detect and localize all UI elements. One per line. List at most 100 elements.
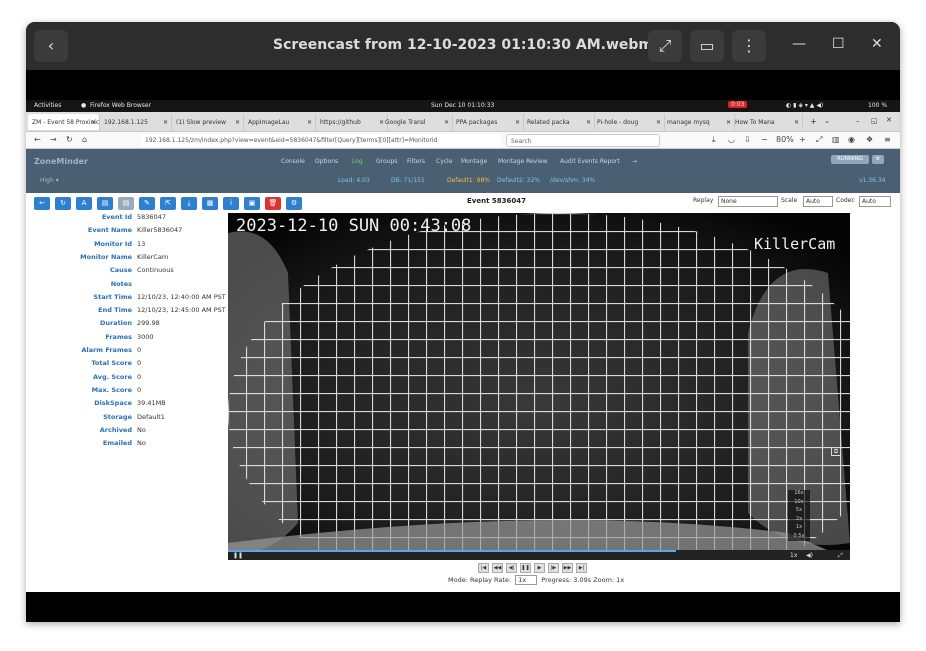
reload-icon[interactable]: ↻: [66, 135, 73, 144]
menu-filters[interactable]: Filters: [407, 158, 425, 165]
fullscreen-button[interactable]: ⤢: [648, 30, 682, 62]
tab-slow-preview[interactable]: (1) Slow preview ✕: [172, 114, 244, 130]
close-icon[interactable]: ✕: [656, 119, 661, 126]
zoom-level[interactable]: 80%: [776, 135, 794, 144]
tab-how-to-manage[interactable]: How To Mana ✕: [731, 114, 803, 130]
tab-router[interactable]: 192.168.1.125 ✕: [100, 114, 172, 130]
extension-icon[interactable]: ❖: [866, 135, 873, 144]
menu-audit-events[interactable]: Audit Events Report: [560, 158, 620, 165]
menu-more[interactable]: →: [632, 158, 637, 165]
zm-logo[interactable]: ZoneMinder: [34, 157, 88, 166]
extensions-icon[interactable]: ⇩: [744, 135, 751, 144]
home-icon[interactable]: ⌂: [82, 135, 87, 144]
play-button[interactable]: ▶: [534, 563, 545, 573]
tab-pihole[interactable]: Pi-hole - doug ✕: [593, 114, 665, 130]
minimize-button[interactable]: —: [792, 36, 806, 52]
tab-manage-mysql[interactable]: manage mysq ✕: [663, 114, 735, 130]
close-icon[interactable]: ✕: [794, 119, 799, 126]
tab-zm-event[interactable]: ZM - Event 58 Proxinic ✕: [28, 114, 100, 130]
tab-related-packages[interactable]: Related packa ✕: [523, 114, 595, 130]
minimize-icon[interactable]: –: [856, 117, 860, 125]
replay-select[interactable]: None: [718, 196, 778, 207]
menu-montage[interactable]: Montage: [461, 158, 487, 165]
picture-in-picture-icon[interactable]: ⧉: [831, 447, 841, 456]
delete-button[interactable]: 🗑: [265, 197, 281, 210]
menu-console[interactable]: Console: [281, 158, 305, 165]
account-icon[interactable]: ◉: [848, 135, 855, 144]
fullscreen-icon[interactable]: ⤢: [816, 135, 822, 145]
step-forward-button[interactable]: |▶: [548, 563, 559, 573]
fullscreen-icon[interactable]: ⤢: [838, 552, 843, 560]
reader-icon[interactable]: ▥: [832, 135, 840, 144]
close-icon[interactable]: ✕: [586, 119, 591, 126]
tab-github[interactable]: https://github ✕: [316, 114, 388, 130]
archive-button[interactable]: ▤: [97, 197, 113, 210]
forward-icon[interactable]: →: [50, 135, 57, 144]
edit-button[interactable]: ✎: [139, 197, 155, 210]
maximize-button[interactable]: ☐: [832, 36, 845, 52]
pause-icon[interactable]: ❚❚: [233, 552, 243, 559]
tab-ppa-packages[interactable]: PPA packages ✕: [452, 114, 524, 130]
volume-icon[interactable]: ◀): [806, 552, 813, 559]
close-icon[interactable]: ✕: [515, 119, 520, 126]
close-icon[interactable]: ✕: [444, 119, 449, 126]
rate-select[interactable]: 1x: [515, 575, 538, 585]
export-button[interactable]: ⇱: [160, 197, 176, 210]
search-input[interactable]: Search: [506, 134, 660, 147]
stills-button[interactable]: ▣: [244, 197, 260, 210]
download-button[interactable]: ⤓: [181, 197, 197, 210]
speed-option[interactable]: 5x: [788, 507, 810, 516]
pause-button[interactable]: ❚❚: [520, 563, 531, 573]
speed-option[interactable]: 10x: [788, 499, 810, 508]
close-icon[interactable]: ✕: [163, 119, 168, 126]
tab-list-icon[interactable]: ⌄: [824, 117, 830, 125]
menu-log[interactable]: Log: [352, 158, 363, 165]
back-icon[interactable]: ←: [34, 135, 41, 144]
zoom-in-icon[interactable]: +: [799, 135, 806, 144]
download-icon[interactable]: ⤓: [712, 135, 716, 145]
step-back-button[interactable]: ◀|: [506, 563, 517, 573]
url-bar[interactable]: 192.168.1.125/zm/index.php?view=event&ei…: [141, 134, 501, 147]
run-state-button[interactable]: RUNNING: [831, 155, 869, 164]
playback-rate[interactable]: 1x: [790, 552, 797, 559]
menu-options[interactable]: Options: [315, 158, 338, 165]
menu-cycle[interactable]: Cycle: [436, 158, 452, 165]
speed-option[interactable]: 1x: [788, 524, 810, 533]
close-button[interactable]: ✕: [871, 36, 883, 52]
rename-button[interactable]: A: [76, 197, 92, 210]
fast-forward-button[interactable]: ▶▶: [562, 563, 573, 573]
last-frame-button[interactable]: ▶|: [576, 563, 587, 573]
first-frame-button[interactable]: |◀: [478, 563, 489, 573]
tab-appimage[interactable]: AppImageLau ✕: [244, 114, 316, 130]
hamburger-menu-icon[interactable]: ≡: [884, 135, 891, 144]
subtitles-button[interactable]: ▭: [690, 30, 724, 62]
codec-select[interactable]: Auto: [859, 196, 891, 207]
playback-progress[interactable]: [228, 550, 676, 552]
menu-montage-review[interactable]: Montage Review: [498, 158, 548, 165]
close-icon[interactable]: ✕: [91, 119, 96, 126]
back-button[interactable]: ←: [34, 197, 50, 210]
menu-groups[interactable]: Groups: [376, 158, 397, 165]
bandwidth-select[interactable]: High ▾: [40, 177, 59, 184]
settings-button[interactable]: ⚙: [286, 197, 302, 210]
speed-option[interactable]: 2x: [788, 516, 810, 525]
tab-google-translate[interactable]: Google Transl ✕: [381, 114, 453, 130]
zoom-out-icon[interactable]: −: [761, 135, 768, 144]
scale-select[interactable]: Auto: [803, 196, 833, 207]
pocket-icon[interactable]: ◡: [728, 135, 735, 144]
restore-icon[interactable]: ◱: [871, 117, 878, 125]
refresh-button[interactable]: ↻: [55, 197, 71, 210]
speed-option[interactable]: 0.5x: [788, 533, 810, 542]
video-frame[interactable]: Activities ● Firefox Web Browser Sun Dec…: [26, 100, 900, 592]
frames-button[interactable]: ▦: [202, 197, 218, 210]
close-window-icon[interactable]: ✕: [886, 116, 892, 124]
close-icon[interactable]: ✕: [307, 119, 312, 126]
info-button[interactable]: i: [223, 197, 239, 210]
event-video[interactable]: 2023-12-10 SUN 00:43:08 KillerCam ⧉ 16x 1…: [228, 213, 850, 560]
menu-button[interactable]: ⋮: [732, 30, 766, 62]
settings-icon[interactable]: ⚙: [872, 155, 884, 164]
close-icon[interactable]: ✕: [235, 119, 240, 126]
unarchive-button[interactable]: ▤: [118, 197, 134, 210]
new-tab-icon[interactable]: +: [810, 117, 817, 126]
speed-option[interactable]: 16x: [788, 490, 810, 499]
